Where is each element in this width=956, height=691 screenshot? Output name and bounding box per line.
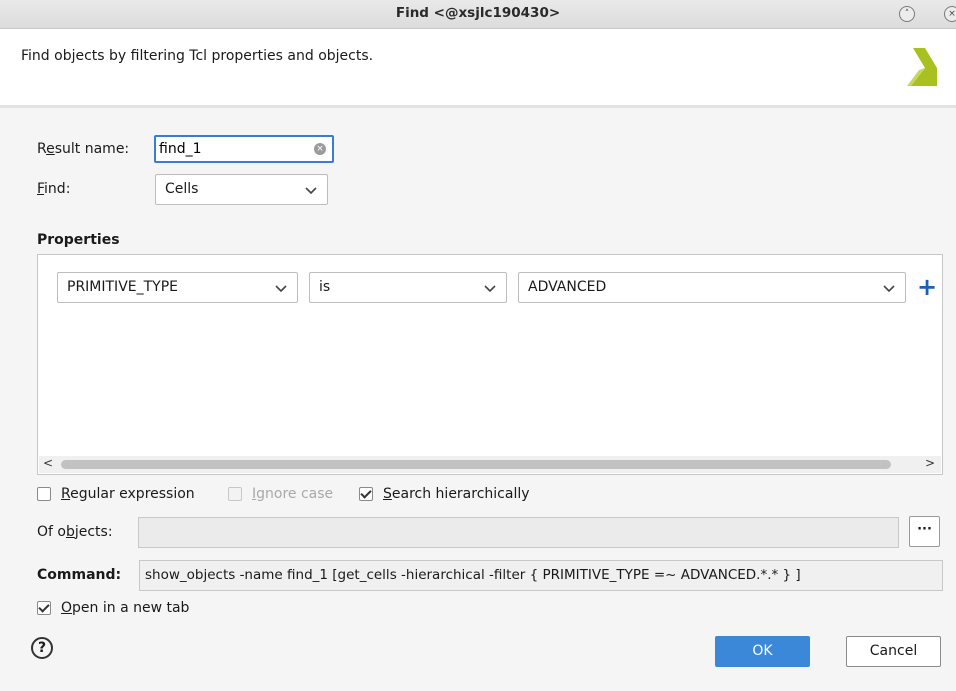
regex-checkbox[interactable] bbox=[37, 487, 51, 501]
scroll-right-icon[interactable]: > bbox=[925, 456, 935, 470]
xilinx-logo-icon bbox=[907, 48, 937, 86]
property-operator-value: is bbox=[319, 279, 331, 295]
dialog-header: Find objects by filtering Tcl properties… bbox=[0, 29, 956, 108]
ignore-case-checkbox bbox=[228, 487, 242, 501]
help-icon[interactable]: ? bbox=[31, 637, 53, 659]
find-type-value: Cells bbox=[165, 181, 199, 197]
of-objects-label: Of objects: bbox=[37, 524, 113, 540]
scrollbar-thumb[interactable] bbox=[61, 460, 891, 469]
command-text: show_objects -name find_1 [get_cells -hi… bbox=[139, 560, 943, 591]
browse-button[interactable]: ··· bbox=[909, 516, 940, 547]
properties-title: Properties bbox=[37, 232, 120, 248]
command-label: Command: bbox=[37, 567, 122, 583]
properties-hscrollbar[interactable]: < > bbox=[39, 456, 941, 473]
property-name-dropdown[interactable]: PRIMITIVE_TYPE bbox=[57, 272, 298, 303]
chevron-down-icon bbox=[305, 187, 317, 195]
chevron-down-icon bbox=[883, 285, 895, 293]
clear-icon[interactable]: × bbox=[314, 143, 326, 155]
cancel-button[interactable]: Cancel bbox=[846, 636, 941, 667]
ok-button[interactable]: OK bbox=[715, 636, 810, 667]
add-filter-icon[interactable]: + bbox=[917, 272, 937, 302]
result-name-input[interactable]: × bbox=[154, 135, 334, 163]
find-label: Find: bbox=[37, 181, 71, 197]
minimize-icon[interactable]: ˄ bbox=[899, 6, 915, 22]
checkmark-icon bbox=[38, 601, 50, 613]
ignore-case-label: Ignore case bbox=[252, 486, 334, 502]
find-type-dropdown[interactable]: Cells bbox=[155, 174, 328, 205]
title-bar: Find <@xsjlc190430> ˄ × bbox=[0, 0, 956, 29]
checkmark-icon bbox=[360, 487, 372, 499]
open-new-tab-label[interactable]: Open in a new tab bbox=[61, 600, 189, 616]
header-description: Find objects by filtering Tcl properties… bbox=[21, 48, 374, 64]
property-value-dropdown[interactable]: ADVANCED bbox=[518, 272, 906, 303]
search-hierarchically-checkbox[interactable] bbox=[359, 487, 373, 501]
result-name-label: Result name: bbox=[37, 141, 130, 157]
of-objects-field[interactable] bbox=[138, 517, 899, 548]
open-new-tab-checkbox[interactable] bbox=[37, 601, 51, 615]
chevron-down-icon bbox=[484, 285, 496, 293]
result-name-field[interactable] bbox=[159, 140, 309, 158]
property-value-value: ADVANCED bbox=[528, 279, 607, 295]
search-hierarchically-label[interactable]: Search hierarchically bbox=[383, 486, 530, 502]
window-title: Find <@xsjlc190430> bbox=[395, 5, 561, 21]
property-name-value: PRIMITIVE_TYPE bbox=[67, 279, 179, 295]
chevron-down-icon bbox=[275, 285, 287, 293]
property-operator-dropdown[interactable]: is bbox=[309, 272, 507, 303]
scroll-left-icon[interactable]: < bbox=[43, 456, 53, 470]
regex-label[interactable]: Regular expression bbox=[61, 486, 195, 502]
close-icon[interactable]: × bbox=[944, 6, 956, 22]
